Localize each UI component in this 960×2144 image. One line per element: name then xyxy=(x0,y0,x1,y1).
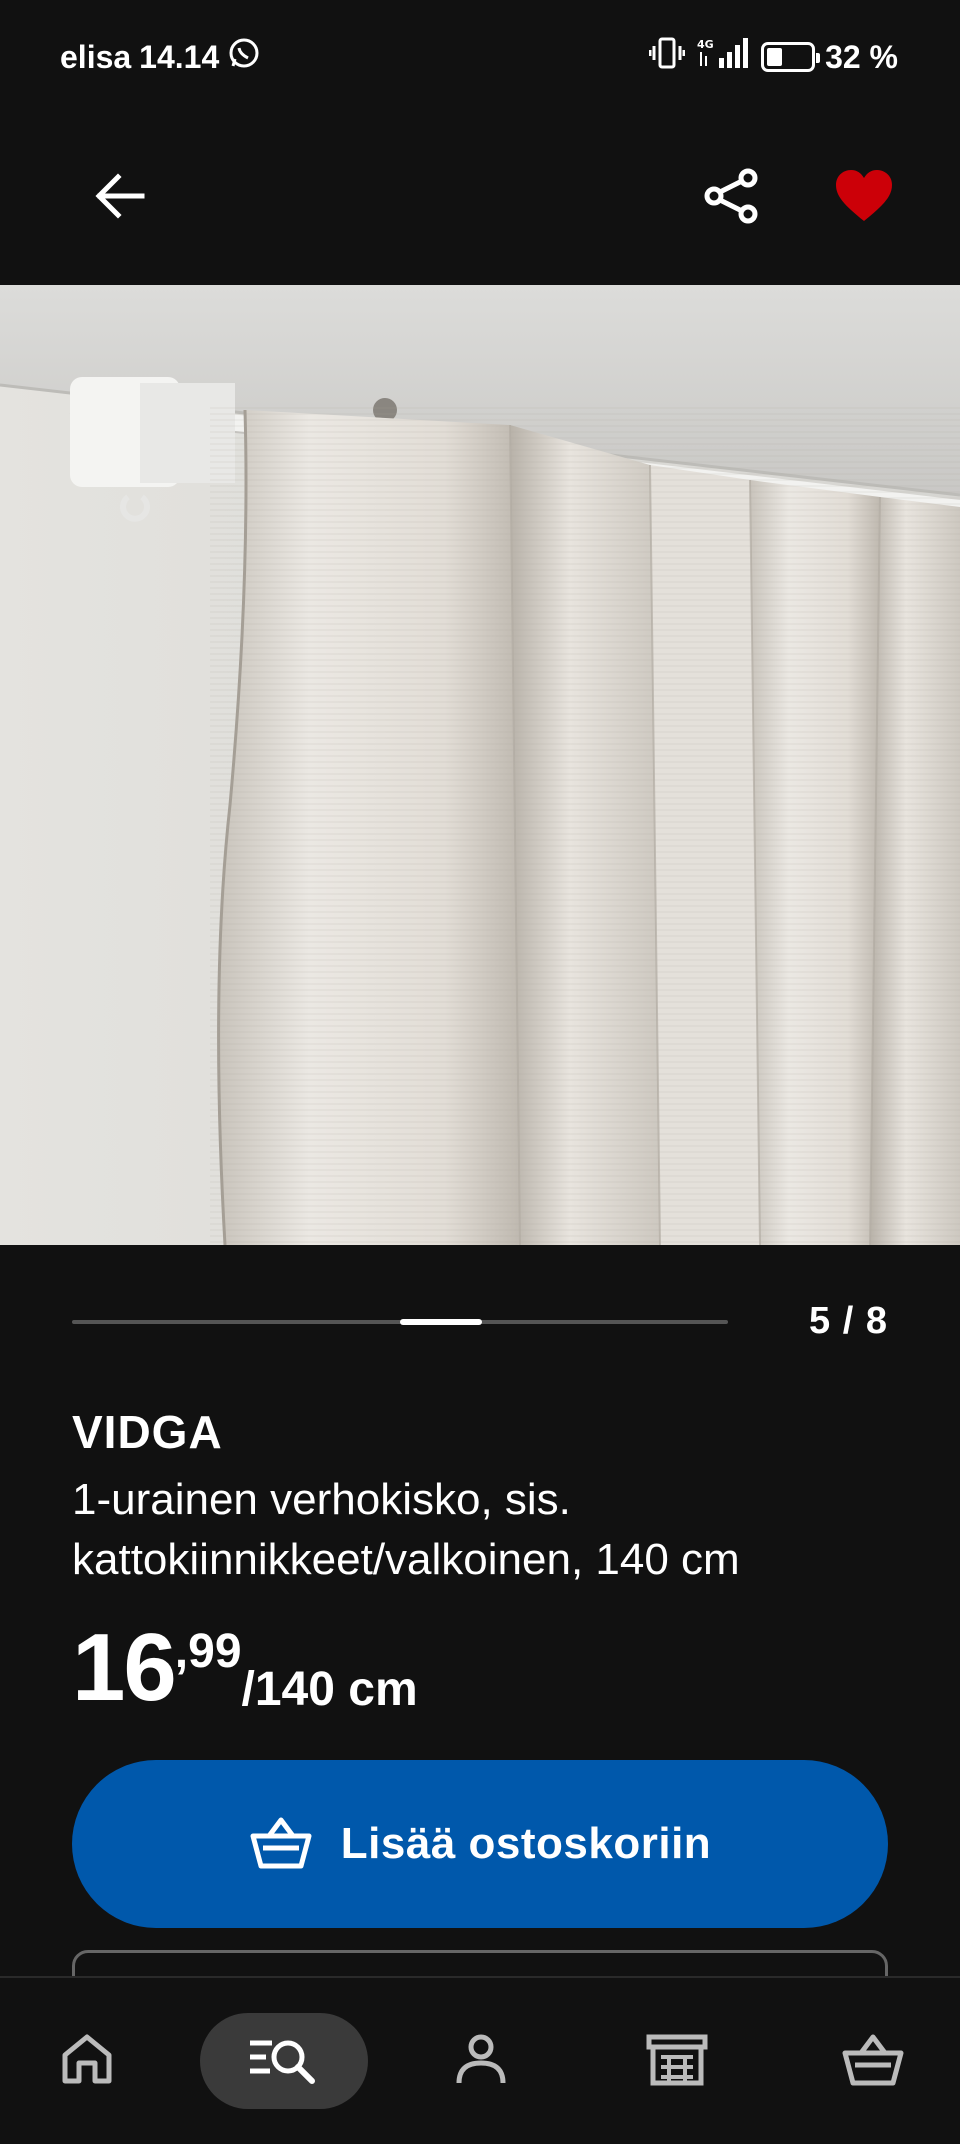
carrier-name: elisa xyxy=(60,38,132,75)
basket-icon xyxy=(841,2031,905,2092)
whatsapp-icon xyxy=(227,36,261,78)
product-price: 16 ,99 /140 cm xyxy=(72,1618,418,1720)
basket-icon xyxy=(249,1814,313,1875)
heart-filled-icon xyxy=(834,168,894,229)
add-to-cart-label: Lisää ostoskoriin xyxy=(340,1819,712,1868)
status-left: elisa 14.14 xyxy=(60,36,261,78)
nav-account[interactable] xyxy=(433,2013,529,2109)
status-right: 4G 32 % xyxy=(648,36,898,78)
share-icon xyxy=(702,166,762,231)
store-icon xyxy=(645,2031,709,2092)
battery-percent: 32 % xyxy=(825,38,898,75)
nav-home[interactable] xyxy=(39,2013,135,2109)
share-button[interactable] xyxy=(684,150,780,246)
product-description: 1-urainen verhokisko, sis. kattokiinnikk… xyxy=(72,1475,740,1584)
arrow-left-icon xyxy=(92,168,148,229)
vibrate-icon xyxy=(648,36,686,78)
bottom-navigation xyxy=(0,1976,960,2144)
price-integer: 16 xyxy=(72,1614,177,1721)
nav-cart[interactable] xyxy=(825,2013,921,2109)
back-button[interactable] xyxy=(72,150,168,246)
gallery-counter: 5 / 8 xyxy=(809,1300,888,1342)
price-decimal: ,99 xyxy=(174,1625,242,1678)
battery-icon xyxy=(761,42,821,72)
add-to-cart-button[interactable]: Lisää ostoskoriin xyxy=(72,1760,888,1928)
person-icon xyxy=(453,2031,509,2092)
product-name: VIDGA xyxy=(72,1406,223,1458)
curtain-photo xyxy=(0,285,960,1245)
svg-text:4G: 4G xyxy=(697,38,714,51)
nav-search[interactable] xyxy=(200,2013,368,2109)
app-header xyxy=(0,110,960,285)
search-list-icon xyxy=(248,2031,320,2092)
nav-store[interactable] xyxy=(629,2013,725,2109)
product-image[interactable] xyxy=(0,285,960,1245)
signal-icon: 4G xyxy=(695,36,751,78)
clock: 14.14 xyxy=(139,38,220,75)
gallery-progress-thumb xyxy=(400,1319,482,1325)
favorite-button[interactable] xyxy=(816,150,912,246)
gallery-progress-track xyxy=(72,1319,728,1325)
price-unit: /140 cm xyxy=(241,1663,418,1716)
home-icon xyxy=(59,2031,115,2092)
gallery-indicator: 5 / 8 xyxy=(72,1300,888,1350)
status-bar: elisa 14.14 4G 32 % xyxy=(0,0,960,110)
